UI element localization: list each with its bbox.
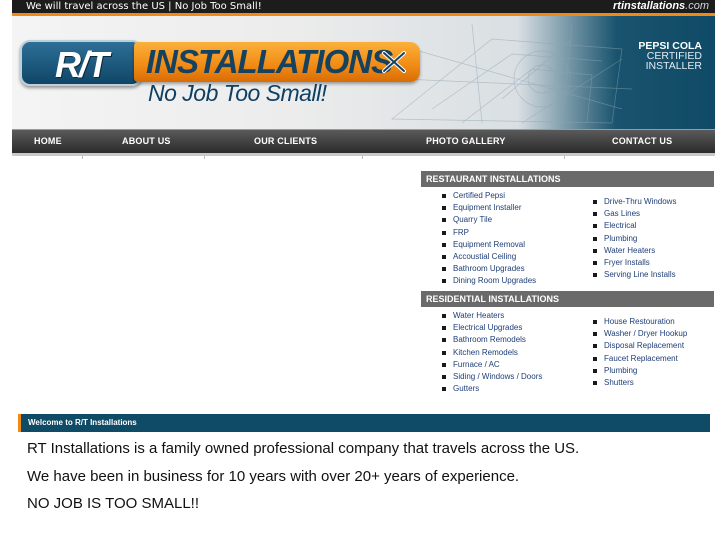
- nav-about-us[interactable]: ABOUT US: [122, 136, 171, 146]
- list-item: Siding / Windows / Doors: [442, 371, 542, 383]
- welcome-bar: Welcome to R/T Installations: [18, 414, 710, 432]
- list-item: Bathroom Upgrades: [442, 263, 536, 275]
- banner-rule: [12, 13, 715, 16]
- logo-installations-text: INSTALLATIONS: [146, 43, 393, 80]
- nav-divider: [564, 156, 565, 159]
- list-item: Accoustial Ceiling: [442, 251, 536, 263]
- logo-rt-badge[interactable]: R/T: [20, 40, 142, 86]
- list-item: Water Heaters: [593, 245, 676, 257]
- list-item: Disposal Replacement: [593, 340, 687, 352]
- list-item: Equipment Installer: [442, 202, 536, 214]
- nav-divider: [362, 156, 363, 159]
- domain-suffix: .com: [685, 0, 709, 12]
- list-item: Equipment Removal: [442, 239, 536, 251]
- list-item: Certified Pepsi: [442, 190, 536, 202]
- list-item: Electrical Upgrades: [442, 322, 542, 334]
- nav-divider: [204, 156, 205, 159]
- nav-photo-gallery[interactable]: PHOTO GALLERY: [426, 136, 506, 146]
- list-item: Water Heaters: [442, 310, 542, 322]
- list-item: Dining Room Upgrades: [442, 275, 536, 287]
- residential-list-right: House Restouration Washer / Dryer Hookup…: [593, 316, 687, 389]
- restaurant-heading: RESTAURANT INSTALLATIONS: [421, 171, 714, 187]
- restaurant-list-right: Drive-Thru Windows Gas Lines Electrical …: [593, 196, 676, 281]
- nav-our-clients[interactable]: OUR CLIENTS: [254, 136, 317, 146]
- welcome-line-2: We have been in business for 10 years wi…: [27, 468, 520, 485]
- list-item: Quarry Tile: [442, 214, 536, 226]
- nav-contact-us[interactable]: CONTACT US: [612, 136, 672, 146]
- list-item: Electrical: [593, 220, 676, 232]
- list-item: Gas Lines: [593, 208, 676, 220]
- nav-home[interactable]: HOME: [34, 136, 62, 146]
- pepsi-line-3: INSTALLER: [645, 60, 702, 72]
- slogan: No Job Too Small!: [148, 80, 327, 106]
- residential-heading: RESIDENTIAL INSTALLATIONS: [421, 291, 714, 307]
- list-item: Plumbing: [593, 233, 676, 245]
- nav-divider: [82, 156, 83, 159]
- list-item: Fryer Installs: [593, 257, 676, 269]
- restaurant-list-left: Certified Pepsi Equipment Installer Quar…: [442, 190, 536, 288]
- list-item: Drive-Thru Windows: [593, 196, 676, 208]
- welcome-line-1: RT Installations is a family owned profe…: [27, 440, 580, 457]
- list-item: Plumbing: [593, 365, 687, 377]
- list-item: House Restouration: [593, 316, 687, 328]
- header-banner: R/T INSTALLATIONS No Job Too Small! PEPS…: [12, 13, 715, 129]
- main-nav: HOME ABOUT US OUR CLIENTS PHOTO GALLERY …: [12, 129, 715, 153]
- site-domain: rtinstallations.com: [613, 0, 709, 13]
- list-item: Gutters: [442, 383, 542, 395]
- logo-rt-text: R/T: [55, 44, 109, 85]
- list-item: Bathroom Remodels: [442, 334, 542, 346]
- list-item: Serving Line Installs: [593, 269, 676, 281]
- welcome-heading: Welcome to R/T Installations: [28, 418, 137, 427]
- nav-dividers: [12, 156, 715, 160]
- list-item: Shutters: [593, 377, 687, 389]
- list-item: Furnace / AC: [442, 359, 542, 371]
- tagline: We will travel across the US | No Job To…: [26, 1, 262, 12]
- pepsi-certified-badge: PEPSI COLA CERTIFIED INSTALLER: [622, 41, 702, 72]
- domain-name: rtinstallations: [613, 0, 686, 12]
- top-bar: We will travel across the US | No Job To…: [12, 0, 715, 13]
- residential-list-left: Water Heaters Electrical Upgrades Bathro…: [442, 310, 542, 395]
- list-item: FRP: [442, 227, 536, 239]
- list-item: Washer / Dryer Hookup: [593, 328, 687, 340]
- list-item: Kitchen Remodels: [442, 347, 542, 359]
- tools-icon: [382, 51, 406, 73]
- welcome-line-3: NO JOB IS TOO SMALL!!: [27, 495, 199, 512]
- list-item: Faucet Replacement: [593, 353, 687, 365]
